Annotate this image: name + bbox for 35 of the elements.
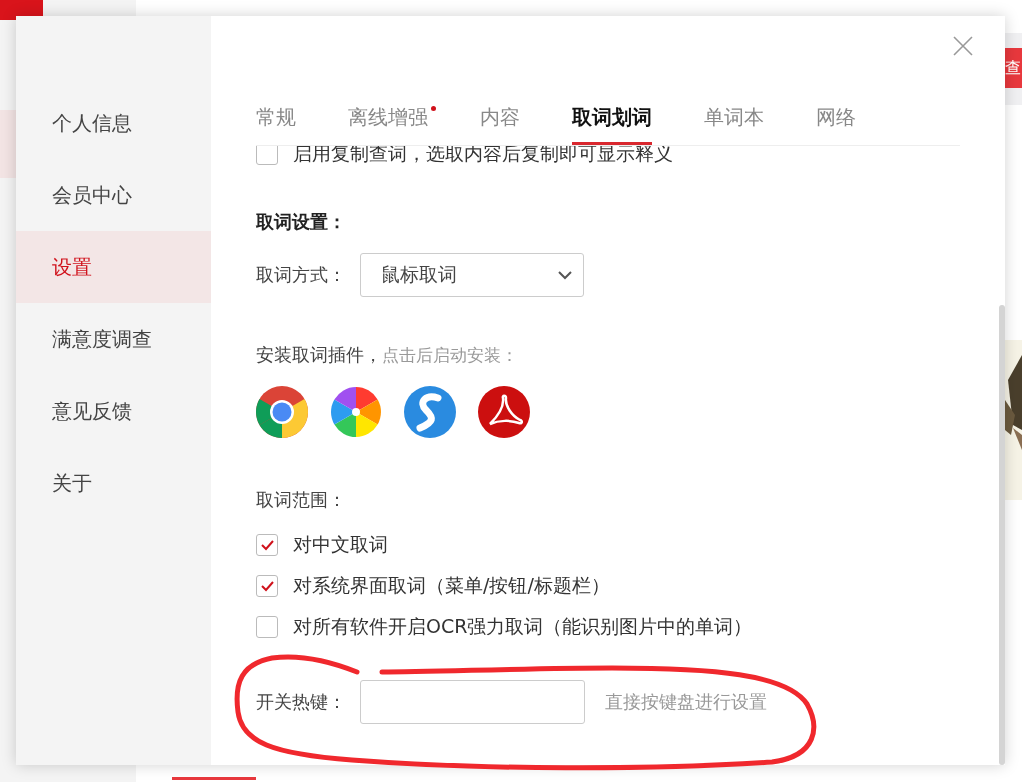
tab[interactable]: 单词本 — [704, 100, 764, 145]
check-icon — [260, 538, 274, 551]
tab[interactable]: 网络 — [816, 100, 856, 145]
s-ball-icon[interactable] — [404, 386, 456, 438]
close-icon[interactable] — [953, 36, 973, 56]
sidebar-item[interactable]: 会员中心 — [16, 159, 211, 231]
tab[interactable]: 内容 — [480, 100, 520, 145]
sidebar-item[interactable]: 满意度调查 — [16, 303, 211, 375]
range-label: 取词范围： — [256, 488, 347, 512]
chrome-icon[interactable] — [256, 386, 308, 438]
hotkey-field[interactable] — [360, 680, 585, 724]
tab[interactable]: 常规 — [256, 100, 296, 145]
pinwheel-icon[interactable] — [330, 386, 382, 438]
plugin-label: 安装取词插件，点击后启动安装： — [256, 343, 519, 367]
acrobat-icon[interactable] — [478, 386, 530, 438]
sidebar-item[interactable]: 意见反馈 — [16, 375, 211, 447]
field-label: 取词方式： — [256, 263, 346, 287]
option-label: 对所有软件开启OCR强力取词（能识别图片中的单词） — [293, 613, 753, 639]
sidebar-item[interactable]: 关于 — [16, 447, 211, 519]
check-icon — [260, 579, 274, 592]
chevron-down-icon — [557, 270, 573, 280]
section-title: 取词设置： — [256, 210, 347, 234]
sidebar-item[interactable]: 个人信息 — [16, 87, 211, 159]
checkbox[interactable] — [256, 533, 278, 556]
field-label: 开关热键： — [256, 690, 346, 714]
scrollbar[interactable] — [999, 305, 1005, 765]
checkbox[interactable] — [256, 615, 278, 638]
checkbox[interactable] — [256, 574, 278, 597]
tab[interactable]: 取词划词 — [572, 100, 652, 145]
option-label: 对中文取词 — [293, 531, 388, 557]
sidebar-item[interactable]: 设置 — [16, 231, 211, 303]
option-label: 对系统界面取词（菜单/按钮/标题栏） — [293, 572, 610, 598]
method-dropdown[interactable]: 鼠标取词 — [360, 253, 584, 297]
tab[interactable]: 离线增强 — [348, 100, 428, 145]
hint-text: 直接按键盘进行设置 — [605, 690, 767, 714]
